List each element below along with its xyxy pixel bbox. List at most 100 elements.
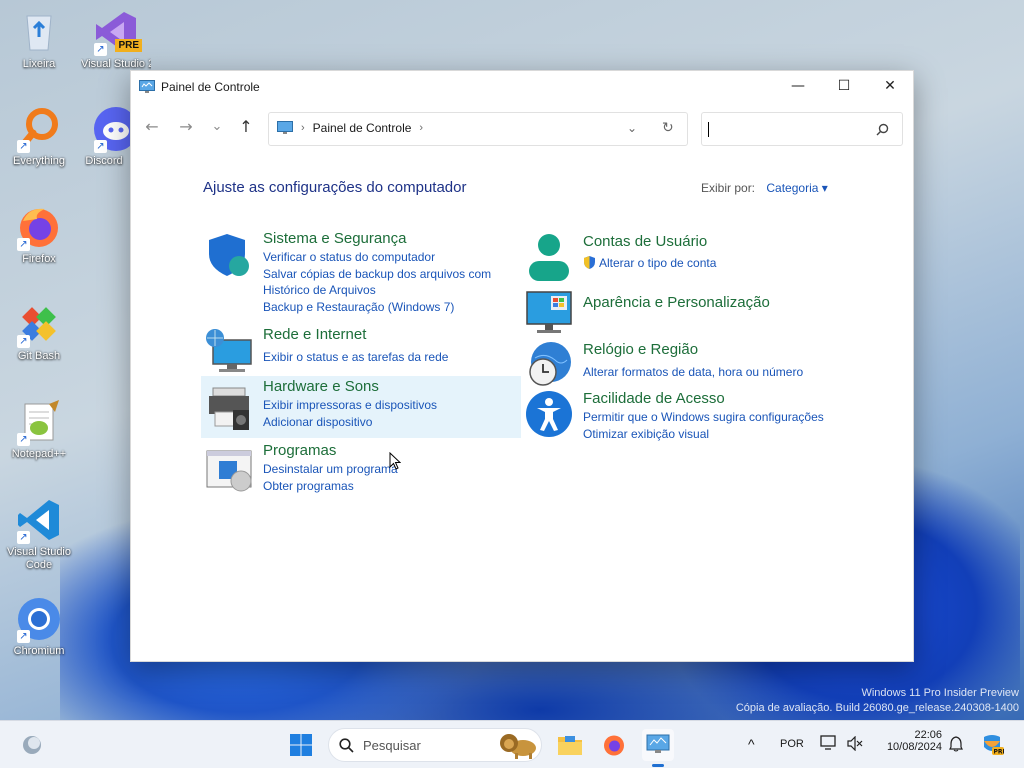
network-icon <box>206 329 252 372</box>
link-uninstall-program[interactable]: Desinstalar um programa <box>263 461 398 478</box>
desktop-icon-label: Firefox <box>22 253 56 265</box>
maximize-button[interactable]: ☐ <box>821 71 867 101</box>
desktop-icon-visual-studio[interactable]: PRE ↗ Visual Studio 2022 Preview <box>78 8 154 71</box>
firefox-icon: ↗ <box>15 203 63 251</box>
clock-time: 22:06 <box>914 729 942 741</box>
network-icon[interactable] <box>820 735 838 751</box>
link-check-status[interactable]: Verificar o status do computador <box>263 249 491 266</box>
taskbar-file-explorer[interactable] <box>554 729 586 761</box>
breadcrumb-separator[interactable]: › <box>419 122 423 134</box>
desktop-icon-label: Git Bash <box>17 350 61 362</box>
desktop-icon-label: Chromium <box>13 645 65 657</box>
copilot-icon[interactable]: PRE <box>980 733 1004 757</box>
desktop-icon-recycle-bin[interactable]: Lixeira <box>1 8 77 71</box>
category-title[interactable]: Hardware e Sons <box>263 378 379 395</box>
link-optimize-display[interactable]: Otimizar exibição visual <box>583 426 824 443</box>
link-file-history[interactable]: Histórico de Arquivos <box>263 282 491 299</box>
shortcut-arrow-icon: ↗ <box>17 433 30 446</box>
category-title[interactable]: Aparência e Personalização <box>583 294 770 311</box>
taskbar-control-panel[interactable] <box>642 729 674 767</box>
address-bar[interactable]: › Painel de Controle › ⌄ ↻ <box>268 112 688 146</box>
clock-globe-icon <box>529 342 571 386</box>
view-by-dropdown[interactable]: Categoria ▾ <box>766 181 827 195</box>
shortcut-arrow-icon: ↗ <box>17 140 30 153</box>
search-input[interactable] <box>710 119 870 139</box>
category-title[interactable]: Facilidade de Acesso <box>583 390 725 407</box>
category-title[interactable]: Sistema e Segurança <box>263 230 406 247</box>
taskbar-firefox[interactable] <box>598 729 630 761</box>
chevron-down-icon[interactable]: ⌄ <box>627 121 637 135</box>
firefox-icon <box>604 735 624 756</box>
up-button[interactable]: ↑ <box>232 112 260 140</box>
category-title[interactable]: Relógio e Região <box>583 341 698 358</box>
appearance-icon <box>526 291 572 333</box>
widgets-button[interactable] <box>16 729 48 761</box>
show-hidden-icons-button[interactable]: ^ <box>748 736 755 752</box>
recent-locations-button[interactable]: ⌄ <box>203 112 231 140</box>
close-button[interactable]: ✕ <box>867 71 913 101</box>
watermark-line: Windows 11 Pro Insider Preview <box>861 687 1019 699</box>
refresh-icon[interactable]: ↻ <box>662 120 674 136</box>
category-ease-of-access: Facilidade de Acesso Permitir que o Wind… <box>521 386 861 446</box>
breadcrumb: › Painel de Controle › <box>277 121 431 135</box>
link-backup-copies[interactable]: Salvar cópias de backup dos arquivos com <box>263 266 491 283</box>
accessibility-icon <box>526 391 572 437</box>
desktop-icon-firefox[interactable]: ↗ Firefox <box>1 203 77 266</box>
chromium-icon: ↗ <box>15 595 63 643</box>
category-title[interactable]: Rede e Internet <box>263 326 366 343</box>
breadcrumb-separator: › <box>301 122 305 134</box>
link-get-programs[interactable]: Obter programas <box>263 478 398 495</box>
control-panel-icon <box>277 121 293 134</box>
back-button[interactable]: ← <box>138 112 166 140</box>
link-change-account-type[interactable]: Alterar o tipo de conta <box>583 255 716 272</box>
evaluation-watermark: Windows 11 Pro Insider Preview Cópia de … <box>736 686 1019 716</box>
programs-icon <box>206 450 252 492</box>
desktop-icon-label: Discord <box>85 155 123 167</box>
category-hardware-sound: Hardware e Sons Exibir impressoras e dis… <box>201 376 521 438</box>
view-by-label: Exibir por: <box>701 181 756 195</box>
control-panel-icon <box>646 734 670 753</box>
text-caret <box>708 122 709 137</box>
language-indicator[interactable]: POR <box>780 738 804 750</box>
link-network-status[interactable]: Exibir o status e as tarefas da rede <box>263 349 448 366</box>
svg-text:PRE: PRE <box>994 749 1005 756</box>
category-links: Permitir que o Windows sugira configuraç… <box>583 409 824 442</box>
link-change-formats[interactable]: Alterar formatos de data, hora ou número <box>583 364 803 381</box>
category-links: Alterar o tipo de conta <box>583 255 716 272</box>
desktop-icon-chromium[interactable]: ↗ Chromium <box>1 595 77 658</box>
window-title: Painel de Controle <box>161 80 260 94</box>
recycle-bin-icon <box>15 8 63 56</box>
category-links: Verificar o status do computador Salvar … <box>263 249 491 315</box>
volume-muted-icon[interactable] <box>847 736 863 751</box>
desktop-icon-vscode[interactable]: ↗ Visual Studio Code <box>1 496 77 572</box>
title-bar[interactable]: Painel de Controle — ☐ ✕ <box>131 71 913 103</box>
link-label: Alterar o tipo de conta <box>599 256 717 270</box>
link-printers-devices[interactable]: Exibir impressoras e dispositivos <box>263 397 437 414</box>
desktop-icon-git-bash[interactable]: ↗ Git Bash <box>1 300 77 363</box>
desktop-icon-notepad-plus[interactable]: ↗ Notepad++ <box>1 398 77 461</box>
start-button[interactable] <box>285 729 317 761</box>
desktop-icon-everything[interactable]: ↗ Everything <box>1 105 77 168</box>
category-links: Exibir impressoras e dispositivos Adicio… <box>263 397 437 430</box>
folder-icon <box>558 736 582 755</box>
search-box[interactable] <box>701 112 903 146</box>
forward-button[interactable]: → <box>172 112 200 140</box>
link-backup-restore[interactable]: Backup e Restauração (Windows 7) <box>263 299 491 316</box>
pre-badge: PRE <box>115 39 142 52</box>
shield-icon <box>209 234 249 276</box>
page-title: Ajuste as configurações do computador <box>203 179 467 196</box>
link-windows-suggest[interactable]: Permitir que o Windows sugira configuraç… <box>583 409 824 426</box>
taskbar: Pesquisar ^ POR 22:06 10/08/2024 PRE <box>0 720 1024 768</box>
desktop-icon-label: Visual Studio Code <box>6 546 71 571</box>
taskbar-search[interactable]: Pesquisar <box>328 728 542 762</box>
notification-bell-icon[interactable] <box>949 736 963 752</box>
minimize-button[interactable]: — <box>775 71 821 101</box>
clock[interactable]: 22:06 10/08/2024 <box>886 729 942 753</box>
category-title-user-accounts[interactable]: Contas de Usuário <box>583 233 707 250</box>
link-add-device[interactable]: Adicionar dispositivo <box>263 414 437 431</box>
search-icon[interactable] <box>876 123 889 136</box>
category-title[interactable]: Programas <box>263 442 336 459</box>
breadcrumb-item-control-panel[interactable]: Painel de Controle <box>313 121 412 135</box>
everything-icon: ↗ <box>15 105 63 153</box>
shortcut-arrow-icon: ↗ <box>94 43 107 56</box>
